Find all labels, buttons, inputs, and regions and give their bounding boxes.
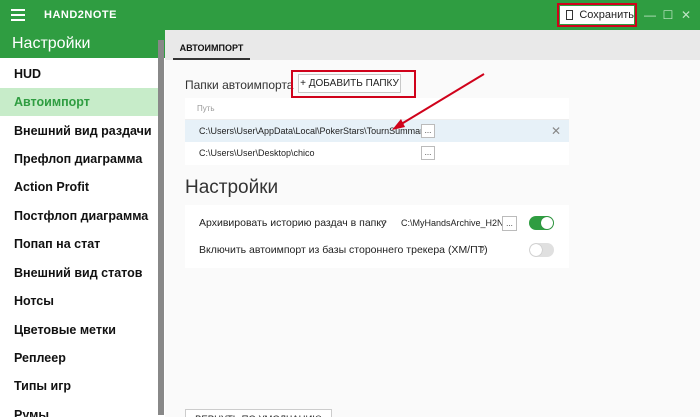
sidebar-item-stat-popup[interactable]: Попап на стат — [0, 230, 158, 258]
browse-archive-button[interactable]: ... — [502, 216, 517, 231]
title-bar: HAND2NOTE Сохранить — ☐ ✕ — [0, 0, 700, 30]
setting-row-archive: Архивировать историю раздач в папку ? C:… — [185, 209, 569, 237]
app-title: HAND2NOTE — [44, 9, 117, 21]
toggle-knob — [530, 244, 542, 256]
sidebar-scrollbar[interactable] — [158, 40, 164, 415]
main-content: АВТОИМПОРТ Папки автоимпорта + ДОБАВИТЬ … — [165, 30, 700, 417]
archive-toggle[interactable] — [529, 216, 554, 230]
help-icon[interactable]: ? — [480, 245, 485, 255]
third-party-import-toggle[interactable] — [529, 243, 554, 257]
table-row[interactable]: C:\Users\User\Desktop\chico ... — [185, 142, 569, 164]
table-row[interactable]: C:\Users\User\AppData\Local\PokerStars\T… — [185, 120, 569, 142]
tab-autoimport[interactable]: АВТОИМПОРТ — [173, 38, 250, 60]
sidebar-item-hud[interactable]: HUD — [0, 60, 158, 88]
sidebar-item-notes[interactable]: Нотсы — [0, 287, 158, 315]
sidebar-item-game-types[interactable]: Типы игр — [0, 372, 158, 400]
autoimport-panel: Папки автоимпорта + ДОБАВИТЬ ПАПКУ Путь … — [165, 60, 700, 417]
sidebar-item-action-profit[interactable]: Action Profit — [0, 173, 158, 201]
sidebar-item-preflop-chart[interactable]: Префлоп диаграмма — [0, 145, 158, 173]
minimize-icon[interactable]: — — [643, 8, 657, 22]
sidebar-item-autoimport[interactable]: Автоимпорт — [0, 88, 158, 116]
table-header-path: Путь — [185, 98, 569, 120]
browse-folder-button[interactable]: ... — [421, 124, 435, 138]
folder-path: C:\Users\User\Desktop\chico — [199, 148, 315, 158]
browse-folder-button[interactable]: ... — [421, 146, 435, 160]
add-folder-highlight-annotation — [291, 70, 416, 98]
setting-label: Включить автоимпорт из базы стороннего т… — [199, 244, 488, 256]
settings-card: Архивировать историю раздач в папку ? C:… — [185, 205, 569, 268]
folder-path: C:\Users\User\AppData\Local\PokerStars\T… — [199, 126, 428, 136]
reset-defaults-button[interactable]: ВЕРНУТЬ ПО УМОЛЧАНИЮ — [185, 409, 332, 417]
sidebar-header: Настройки — [0, 30, 165, 58]
sidebar-item-replayer[interactable]: Реплеер — [0, 344, 158, 372]
sidebar-item-postflop-chart[interactable]: Постфлоп диаграмма — [0, 202, 158, 230]
sidebar-item-rooms[interactable]: Румы — [0, 401, 158, 417]
sidebar-item-stats-appearance[interactable]: Внешний вид статов — [0, 259, 158, 287]
maximize-icon[interactable]: ☐ — [661, 8, 675, 22]
setting-row-third-party-import: Включить автоимпорт из базы стороннего т… — [185, 236, 569, 264]
archive-path-value: C:\MyHandsArchive_H2N — [401, 218, 504, 228]
folder-table: Путь C:\Users\User\AppData\Local\PokerSt… — [185, 98, 569, 165]
remove-folder-icon[interactable]: ✕ — [551, 120, 561, 142]
settings-section-title: Настройки — [185, 177, 279, 198]
hamburger-menu-icon[interactable] — [11, 9, 25, 21]
close-window-icon[interactable]: ✕ — [679, 8, 693, 22]
sidebar-item-color-marks[interactable]: Цветовые метки — [0, 316, 158, 344]
save-highlight-annotation — [557, 3, 637, 27]
sidebar: Настройки HUD Автоимпорт Внешний вид раз… — [0, 30, 165, 417]
setting-label: Архивировать историю раздач в папку — [199, 217, 387, 229]
sidebar-item-hand-appearance[interactable]: Внешний вид раздачи — [0, 117, 158, 145]
toggle-knob — [541, 217, 553, 229]
folders-section-label: Папки автоимпорта — [185, 78, 294, 92]
help-icon[interactable]: ? — [382, 218, 387, 228]
